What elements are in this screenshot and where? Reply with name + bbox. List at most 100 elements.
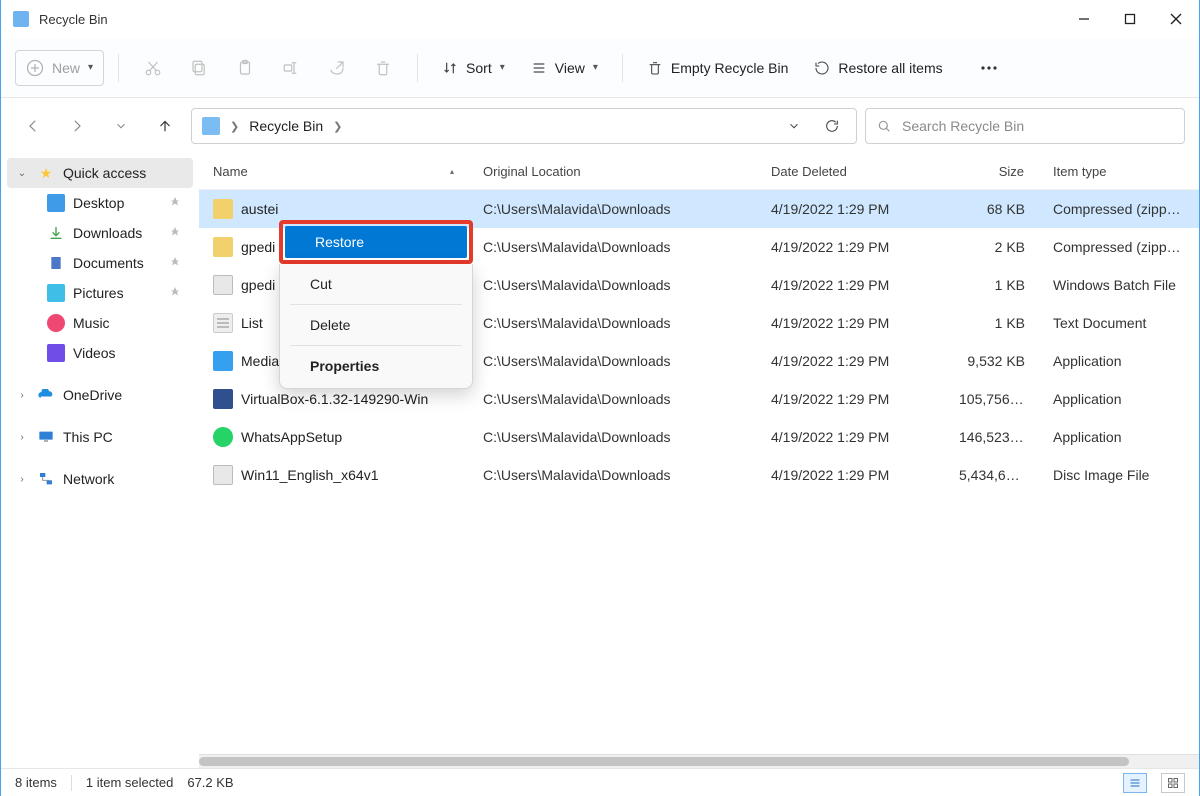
more-button[interactable] [969, 50, 1009, 86]
sidebar-item-label: Videos [73, 345, 185, 361]
sidebar-item-network[interactable]: › Network [7, 464, 193, 494]
nav-up-button[interactable] [147, 108, 183, 144]
context-menu-item-delete[interactable]: Delete [280, 307, 472, 343]
star-icon: ★ [37, 164, 55, 182]
context-menu-item-properties[interactable]: Properties [280, 348, 472, 384]
horizontal-scrollbar[interactable] [199, 754, 1199, 768]
thumbnails-view-button[interactable] [1161, 773, 1185, 793]
sidebar-item-label: Documents [73, 255, 161, 271]
scrollbar-thumb[interactable] [199, 757, 1129, 766]
cell-item-type: Text Document [1039, 315, 1199, 331]
separator [118, 54, 119, 82]
pin-icon [169, 255, 185, 271]
sidebar-item-onedrive[interactable]: › OneDrive [7, 380, 193, 410]
separator [71, 775, 72, 791]
documents-icon [47, 254, 65, 272]
pictures-icon [47, 284, 65, 302]
new-button-label: New [52, 60, 80, 76]
status-bar: 8 items 1 item selected 67.2 KB [1, 768, 1199, 796]
cell-item-type: Disc Image File [1039, 467, 1199, 483]
zip-icon [213, 237, 233, 257]
cell-size: 9,532 KB [945, 353, 1039, 369]
cell-date-deleted: 4/19/2022 1:29 PM [757, 429, 945, 445]
context-menu-item-cut[interactable]: Cut [280, 266, 472, 302]
search-placeholder: Search Recycle Bin [902, 118, 1024, 134]
new-button[interactable]: New ▾ [15, 50, 104, 86]
column-header-size[interactable]: Size [945, 164, 1039, 179]
app-media-icon [213, 351, 233, 371]
column-header-name[interactable]: Name ▴ [199, 164, 469, 179]
file-name: VirtualBox-6.1.32-149290-Win [241, 391, 428, 407]
view-button[interactable]: View ▾ [521, 50, 608, 86]
cut-button[interactable] [133, 50, 173, 86]
chevron-down-icon: ⌄ [15, 168, 29, 179]
recycle-bin-icon [202, 117, 220, 135]
breadcrumb-root[interactable]: Recycle Bin [249, 118, 323, 134]
pin-icon [169, 195, 185, 211]
cell-name: Win11_English_x64v1 [199, 465, 469, 485]
nav-back-button[interactable] [15, 108, 51, 144]
maximize-button[interactable] [1107, 0, 1153, 38]
chevron-right-icon: › [15, 390, 29, 401]
sidebar-item-this-pc[interactable]: › This PC [7, 422, 193, 452]
minimize-button[interactable] [1061, 0, 1107, 38]
nav-recent-button[interactable] [103, 108, 139, 144]
cell-date-deleted: 4/19/2022 1:29 PM [757, 353, 945, 369]
rename-button[interactable] [271, 50, 311, 86]
copy-button[interactable] [179, 50, 219, 86]
cell-size: 146,523 KB [945, 429, 1039, 445]
separator [290, 304, 462, 305]
details-view-button[interactable] [1123, 773, 1147, 793]
cell-original-location: C:\Users\Malavida\Downloads [469, 277, 757, 293]
column-header-item-type[interactable]: Item type [1039, 164, 1199, 179]
onedrive-icon [37, 386, 55, 404]
chevron-down-icon: ▾ [500, 62, 505, 73]
column-label: Name [213, 164, 248, 179]
file-name: austei [241, 201, 278, 217]
cell-date-deleted: 4/19/2022 1:29 PM [757, 277, 945, 293]
empty-recycle-bin-button[interactable]: Empty Recycle Bin [637, 50, 798, 86]
sidebar-item-pictures[interactable]: Pictures [7, 278, 193, 308]
sidebar-item-music[interactable]: Music [7, 308, 193, 338]
delete-button[interactable] [363, 50, 403, 86]
desktop-icon [47, 194, 65, 212]
address-dropdown-button[interactable] [780, 119, 808, 133]
sort-label: Sort [466, 60, 492, 76]
context-menu-label: Cut [310, 276, 332, 292]
cell-name: austei [199, 199, 469, 219]
chevron-down-icon: ▾ [88, 62, 93, 73]
videos-icon [47, 344, 65, 362]
sidebar-item-desktop[interactable]: Desktop [7, 188, 193, 218]
column-label: Original Location [483, 164, 581, 179]
sidebar-item-documents[interactable]: Documents [7, 248, 193, 278]
sidebar-item-label: Music [73, 315, 185, 331]
nav-forward-button[interactable] [59, 108, 95, 144]
search-input[interactable]: Search Recycle Bin [865, 108, 1185, 144]
paste-button[interactable] [225, 50, 265, 86]
table-row[interactable]: WhatsAppSetupC:\Users\Malavida\Downloads… [199, 418, 1199, 456]
context-menu-item-restore[interactable]: Restore [285, 226, 467, 258]
close-button[interactable] [1153, 0, 1199, 38]
sidebar-item-label: Quick access [63, 165, 185, 181]
sort-button[interactable]: Sort ▾ [432, 50, 515, 86]
file-name: WhatsAppSetup [241, 429, 342, 445]
chevron-down-icon: ▾ [593, 62, 598, 73]
app-vb-icon [213, 389, 233, 409]
address-bar[interactable]: ❯ Recycle Bin ❯ [191, 108, 857, 144]
zip-icon [213, 199, 233, 219]
cell-original-location: C:\Users\Malavida\Downloads [469, 391, 757, 407]
cell-original-location: C:\Users\Malavida\Downloads [469, 353, 757, 369]
share-button[interactable] [317, 50, 357, 86]
sidebar-item-label: OneDrive [63, 387, 185, 403]
app-wa-icon [213, 427, 233, 447]
sidebar-item-downloads[interactable]: Downloads [7, 218, 193, 248]
highlight-annotation: Restore [279, 220, 473, 264]
sidebar-item-videos[interactable]: Videos [7, 338, 193, 368]
refresh-button[interactable] [818, 118, 846, 134]
table-row[interactable]: Win11_English_x64v1C:\Users\Malavida\Dow… [199, 456, 1199, 494]
column-header-original-location[interactable]: Original Location [469, 164, 757, 179]
sidebar-item-quick-access[interactable]: ⌄ ★ Quick access [7, 158, 193, 188]
restore-all-items-button[interactable]: Restore all items [804, 50, 952, 86]
column-header-date-deleted[interactable]: Date Deleted [757, 164, 945, 179]
file-name: List [241, 315, 263, 331]
